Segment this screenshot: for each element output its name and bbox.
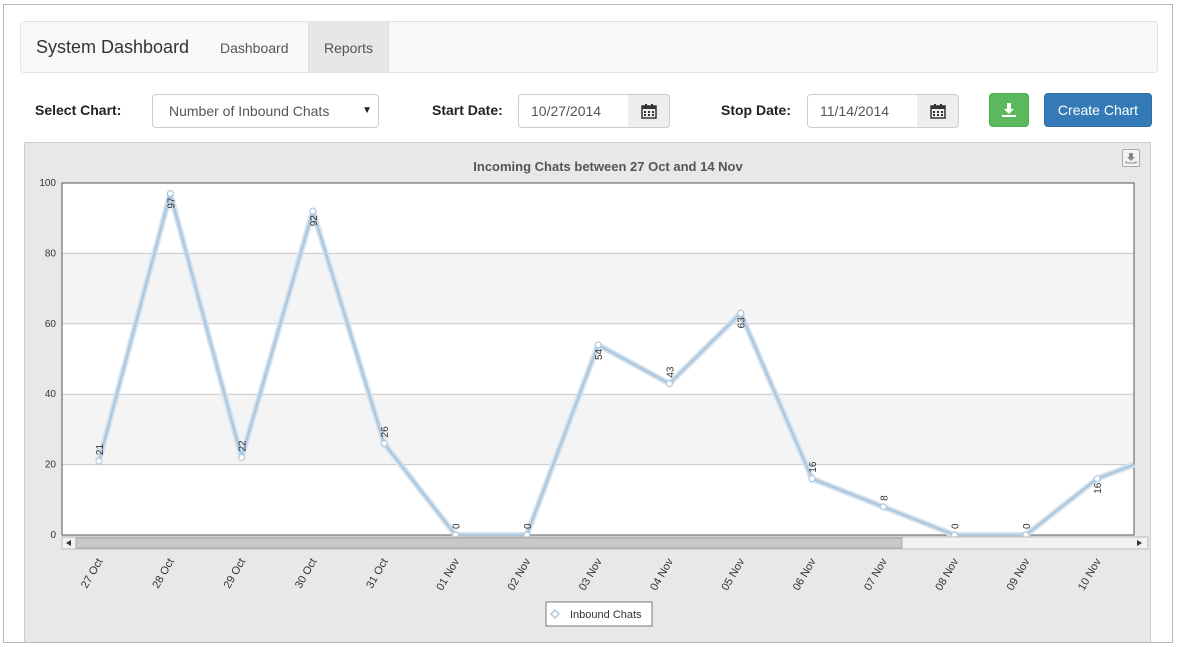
data-label: 92 (309, 215, 320, 227)
data-point (1093, 475, 1101, 483)
x-tick-label: 28 Oct (150, 557, 177, 591)
data-point (238, 453, 246, 462)
data-point (309, 207, 317, 215)
x-tick-label: 10 Nov (1076, 556, 1104, 593)
x-tick-label: 05 Nov (719, 556, 747, 593)
data-label: 16 (808, 461, 819, 473)
data-point (737, 309, 745, 317)
data-label: 0 (1022, 523, 1033, 529)
x-tick-label: 09 Nov (1005, 556, 1033, 593)
data-label: 0 (523, 523, 534, 529)
data-point (594, 341, 602, 349)
data-point (879, 503, 887, 511)
data-label: 63 (737, 317, 748, 329)
data-label: 0 (452, 523, 463, 529)
legend-label: Inbound Chats (570, 609, 642, 621)
data-label: 97 (166, 197, 177, 209)
y-tick-label: 60 (45, 319, 57, 330)
data-label: 22 (238, 440, 249, 452)
x-tick-label: 27 Oct (79, 557, 106, 591)
y-tick-label: 20 (45, 460, 57, 471)
x-tick-label: 08 Nov (933, 556, 961, 593)
x-tick-label: 01 Nov (434, 556, 462, 593)
app-window: System Dashboard Dashboard Reports Selec… (3, 4, 1173, 643)
data-label: 21 (95, 444, 106, 456)
data-label: 16 (1093, 482, 1104, 494)
data-point (665, 380, 674, 388)
y-tick-label: 80 (45, 248, 57, 259)
export-icon (1125, 153, 1137, 164)
x-tick-label: 29 Oct (222, 557, 249, 591)
grid-band (62, 253, 1134, 324)
chart-title: Incoming Chats between 27 Oct and 14 Nov (473, 159, 743, 174)
data-point (166, 189, 174, 198)
x-tick-label: 02 Nov (506, 556, 534, 593)
data-point (380, 439, 388, 448)
chart-export-button[interactable] (1122, 149, 1140, 167)
grid-band (62, 394, 1134, 465)
data-label: 43 (665, 366, 676, 378)
data-label: 54 (594, 348, 605, 360)
y-tick-label: 40 (45, 389, 57, 400)
data-point (808, 475, 816, 483)
x-tick-label: 06 Nov (791, 556, 819, 593)
x-tick-label: 04 Nov (648, 556, 676, 593)
x-tick-label: 30 Oct (293, 557, 320, 591)
scrollbar-thumb (75, 537, 903, 549)
y-tick-label: 0 (50, 530, 56, 541)
x-tick-label: 07 Nov (862, 556, 890, 593)
data-point (95, 457, 103, 465)
y-tick-label: 100 (39, 178, 56, 189)
chart-svg: 020406080100Incoming Chats between 27 Oc… (39, 159, 1149, 627)
data-label: 26 (380, 426, 391, 438)
x-tick-label: 31 Oct (364, 557, 391, 591)
data-label: 8 (879, 495, 890, 501)
x-tick-label: 03 Nov (577, 556, 605, 593)
data-label: 0 (951, 523, 962, 529)
